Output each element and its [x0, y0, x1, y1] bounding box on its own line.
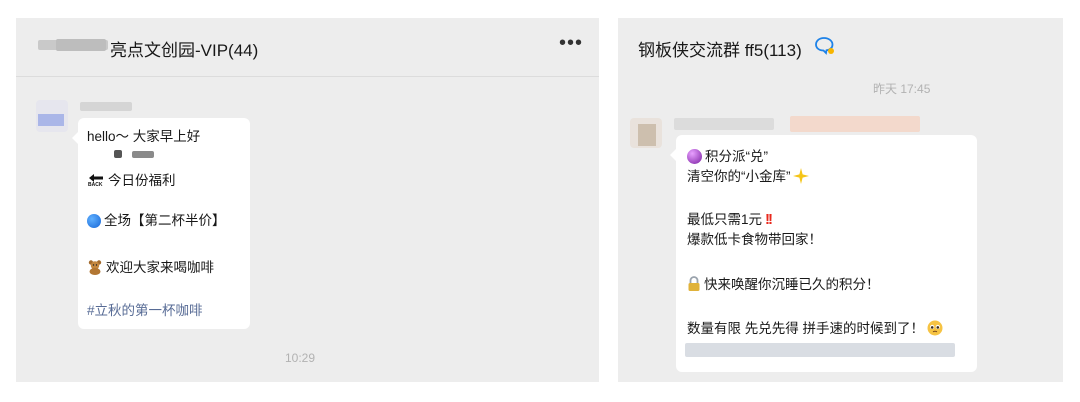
blurred-text [685, 343, 955, 357]
blue-circle-icon [87, 214, 101, 228]
message-line: 快来唤醒你沉睡已久的积分！ [704, 277, 880, 292]
more-icon[interactable]: ••• [559, 32, 583, 55]
chat-header: 亮点文创园-VIP(44) ••• [16, 18, 599, 77]
avatar[interactable] [36, 100, 68, 132]
chat-header: 钢板侠交流群 ff5(113) [618, 18, 1063, 66]
message-line: 清空你的“小金库” [687, 169, 791, 184]
blurred-group-prefix [56, 39, 106, 51]
left-chat-window: 亮点文创园-VIP(44) ••• hello～ 大家早上好 BACK 今日份福… [16, 18, 599, 382]
double-exclamation-icon: !! [765, 211, 773, 228]
avatar[interactable] [630, 118, 662, 148]
message-timestamp: 昨天 17:45 [873, 82, 931, 96]
back-arrow-icon: BACK [87, 172, 105, 188]
crystal-ball-icon [687, 149, 702, 164]
chat-title[interactable]: 亮点文创园-VIP(44) [110, 36, 258, 61]
right-chat-window: 钢板侠交流群 ff5(113) 昨天 17:45 积分派“兑” 清空你的“小金库… [618, 18, 1063, 382]
message-line: 爆款低卡食物带回家！ [687, 232, 822, 247]
blurred-emoji [132, 151, 154, 158]
message-bubble[interactable]: hello～ 大家早上好 BACK 今日份福利 全场【第二杯半价】 欢迎大家来喝… [72, 118, 250, 329]
bear-icon [87, 259, 103, 275]
message-line: hello～ 大家早上好 [87, 129, 201, 144]
message-bubble[interactable]: 积分派“兑” 清空你的“小金库” 最低只需1元!! 爆款低卡食物带回家！ 快来唤… [670, 135, 977, 372]
blurred-emoji [114, 150, 122, 158]
pleading-face-icon [927, 320, 943, 336]
message-line: 全场【第二杯半价】 [104, 213, 226, 228]
message-timestamp: 10:29 [285, 351, 316, 365]
chat-bubbles-icon [814, 36, 836, 61]
chat-title[interactable]: 钢板侠交流群 ff5(113) [638, 36, 802, 61]
sender-name-blurred [790, 116, 920, 132]
sender-name-blurred [80, 102, 132, 111]
back-icon-label: BACK [88, 182, 103, 188]
sparkle-icon [792, 168, 809, 184]
lock-icon [687, 276, 701, 292]
message-line: 今日份福利 [108, 173, 176, 188]
message-line: 数量有限 先兑先得 拼手速的时候到了！ [687, 321, 925, 336]
sender-name-blurred [674, 118, 774, 130]
message-line: 欢迎大家来喝咖啡 [106, 260, 214, 275]
hashtag-link[interactable]: #立秋的第一杯咖啡 [87, 302, 203, 320]
message-line: 积分派“兑” [705, 149, 768, 164]
message-line: 最低只需1元 [687, 212, 763, 227]
